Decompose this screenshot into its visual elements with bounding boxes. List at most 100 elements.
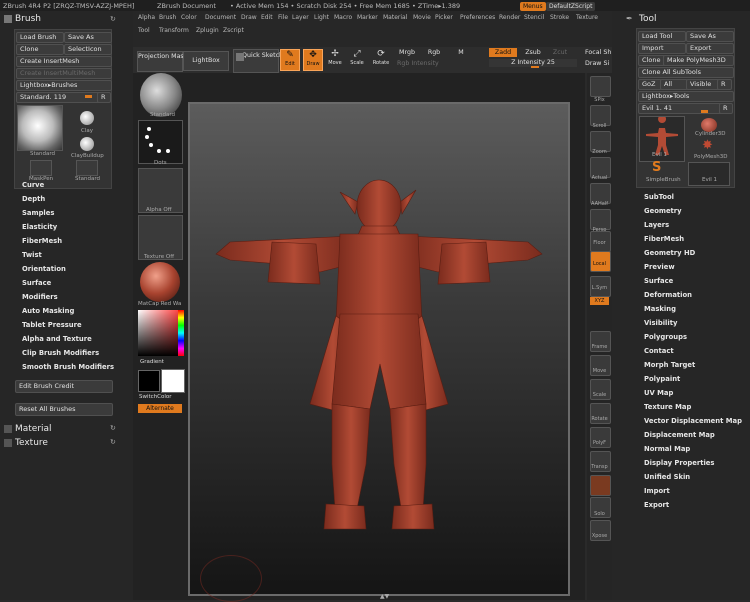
scroll-down-icon[interactable]: ▲▼: [380, 593, 389, 600]
section-geometry-hd[interactable]: Geometry HD: [644, 249, 695, 257]
slider-knob[interactable]: [85, 95, 92, 98]
select-icon-button[interactable]: SelectIcon: [64, 44, 112, 55]
clone-tool-button[interactable]: Clone: [638, 55, 666, 66]
section-tool-surface[interactable]: Surface: [644, 277, 673, 285]
clone-brush-button[interactable]: Clone: [16, 44, 64, 55]
menu-light[interactable]: Light: [314, 14, 329, 21]
menus-button[interactable]: Menus: [520, 2, 546, 11]
section-polypaint[interactable]: Polypaint: [644, 375, 680, 383]
menu-tool[interactable]: Tool: [138, 27, 150, 34]
load-brush-button[interactable]: Load Brush: [16, 32, 64, 43]
simplebrush-icon[interactable]: S: [652, 160, 661, 175]
section-samples[interactable]: Samples: [22, 209, 54, 217]
material-matcap-icon[interactable]: [140, 262, 180, 302]
import-button[interactable]: Import: [638, 43, 686, 54]
section-orientation[interactable]: Orientation: [22, 265, 66, 273]
clone-all-subtools-button[interactable]: Clone All SubTools: [638, 67, 734, 78]
section-normal-map[interactable]: Normal Map: [644, 445, 690, 453]
draw-size-slider[interactable]: Draw Si: [585, 60, 609, 67]
section-subtool[interactable]: SubTool: [644, 193, 674, 201]
save-as-button[interactable]: Save As: [64, 32, 112, 43]
section-curve[interactable]: Curve: [22, 181, 44, 189]
menu-texture[interactable]: Texture: [576, 14, 598, 21]
section-tool-fibermesh[interactable]: FiberMesh: [644, 235, 684, 243]
draw-mode-button[interactable]: ✥ Draw: [303, 49, 323, 71]
edit-mode-button[interactable]: ✎ Edit: [280, 49, 300, 71]
section-preview[interactable]: Preview: [644, 263, 675, 271]
menu-brush[interactable]: Brush: [159, 14, 176, 21]
menu-picker[interactable]: Picker: [435, 14, 453, 21]
current-tool-slider[interactable]: Evil 1. 41: [638, 103, 722, 114]
section-surface[interactable]: Surface: [22, 279, 51, 287]
section-clip-brush-modifiers[interactable]: Clip Brush Modifiers: [22, 349, 99, 357]
material-popout-icon[interactable]: ↻: [110, 424, 116, 432]
material-grip-icon[interactable]: [4, 425, 12, 433]
section-smooth-brush-modifiers[interactable]: Smooth Brush Modifiers: [22, 363, 114, 371]
polymesh3d-star-icon[interactable]: ✸: [702, 139, 713, 152]
goz-button[interactable]: GoZ: [638, 79, 662, 90]
section-unified-skin[interactable]: Unified Skin: [644, 473, 690, 481]
rgb-button[interactable]: Rgb: [425, 49, 443, 56]
maskpen-brush-thumb[interactable]: [30, 160, 52, 176]
menu-file[interactable]: File: [278, 14, 288, 21]
cylinder3d-icon[interactable]: [701, 118, 717, 132]
menu-render[interactable]: Render: [499, 14, 520, 21]
reset-all-brushes-button[interactable]: Reset All Brushes: [15, 403, 113, 416]
rgb-intensity-slider[interactable]: Rgb Intensity: [397, 60, 439, 67]
menu-material[interactable]: Material: [383, 14, 407, 21]
menu-edit[interactable]: Edit: [261, 14, 273, 21]
save-tool-button[interactable]: Save As: [686, 31, 734, 42]
all-button[interactable]: All: [660, 79, 688, 90]
section-modifiers[interactable]: Modifiers: [22, 293, 58, 301]
section-tablet-pressure[interactable]: Tablet Pressure: [22, 321, 82, 329]
menu-document[interactable]: Document: [205, 14, 236, 21]
menu-layer[interactable]: Layer: [292, 14, 309, 21]
focal-shift-slider[interactable]: Focal Sh: [585, 49, 611, 56]
z-intensity-knob[interactable]: [531, 66, 539, 68]
tool-palette-title[interactable]: Tool: [639, 14, 656, 24]
menu-color[interactable]: Color: [181, 14, 197, 21]
brush-palette-title[interactable]: Brush: [15, 14, 41, 24]
wrench-icon[interactable]: ✒: [626, 14, 633, 23]
3d-character-model[interactable]: [190, 104, 568, 594]
load-tool-button[interactable]: Load Tool: [638, 31, 686, 42]
menu-movie[interactable]: Movie: [413, 14, 431, 21]
section-export[interactable]: Export: [644, 501, 669, 509]
move-mode-button[interactable]: ✢ Move: [326, 49, 344, 69]
quick-sketch-button[interactable]: Quick Sketch: [233, 49, 283, 73]
visible-button[interactable]: Visible: [686, 79, 720, 90]
texture-palette-title[interactable]: Texture: [15, 438, 48, 448]
standard-brush-thumb-small[interactable]: [76, 160, 98, 176]
zsub-button[interactable]: Zsub: [522, 49, 544, 56]
menu-alpha[interactable]: Alpha: [138, 14, 155, 21]
lightbox-tools-button[interactable]: Lightbox▸Tools: [638, 91, 734, 102]
lightbox-button[interactable]: LightBox: [183, 51, 229, 71]
r-button[interactable]: R: [97, 92, 111, 103]
create-insertmultimesh-button[interactable]: Create InsertMultiMesh: [16, 68, 112, 79]
section-twist[interactable]: Twist: [22, 251, 42, 259]
navigation-gizmo[interactable]: [200, 555, 262, 602]
popout-icon[interactable]: ↻: [110, 15, 116, 23]
menu-stroke[interactable]: Stroke: [550, 14, 569, 21]
section-display-properties[interactable]: Display Properties: [644, 459, 714, 467]
tool-r2-button[interactable]: R: [719, 103, 733, 114]
section-auto-masking[interactable]: Auto Masking: [22, 307, 74, 315]
menu-macro[interactable]: Macro: [334, 14, 352, 21]
clay-brush-thumb[interactable]: [80, 111, 94, 125]
menu-zplugin[interactable]: Zplugin: [196, 27, 219, 34]
section-import[interactable]: Import: [644, 487, 670, 495]
section-contact[interactable]: Contact: [644, 347, 674, 355]
section-alpha-texture[interactable]: Alpha and Texture: [22, 335, 92, 343]
tool-r-button[interactable]: R: [717, 79, 732, 90]
section-fibermesh[interactable]: FiberMesh: [22, 237, 62, 245]
section-layers[interactable]: Layers: [644, 221, 669, 229]
projection-master-button[interactable]: Projection Master: [137, 51, 193, 72]
section-polygroups[interactable]: Polygroups: [644, 333, 687, 341]
document-canvas[interactable]: [188, 102, 570, 596]
material-palette-title[interactable]: Material: [15, 424, 52, 434]
section-depth[interactable]: Depth: [22, 195, 45, 203]
menu-draw[interactable]: Draw: [241, 14, 257, 21]
lightbox-brushes-button[interactable]: Lightbox▸Brushes: [16, 80, 112, 91]
menu-stencil[interactable]: Stencil: [524, 14, 544, 21]
ghost-icon[interactable]: [590, 475, 611, 496]
